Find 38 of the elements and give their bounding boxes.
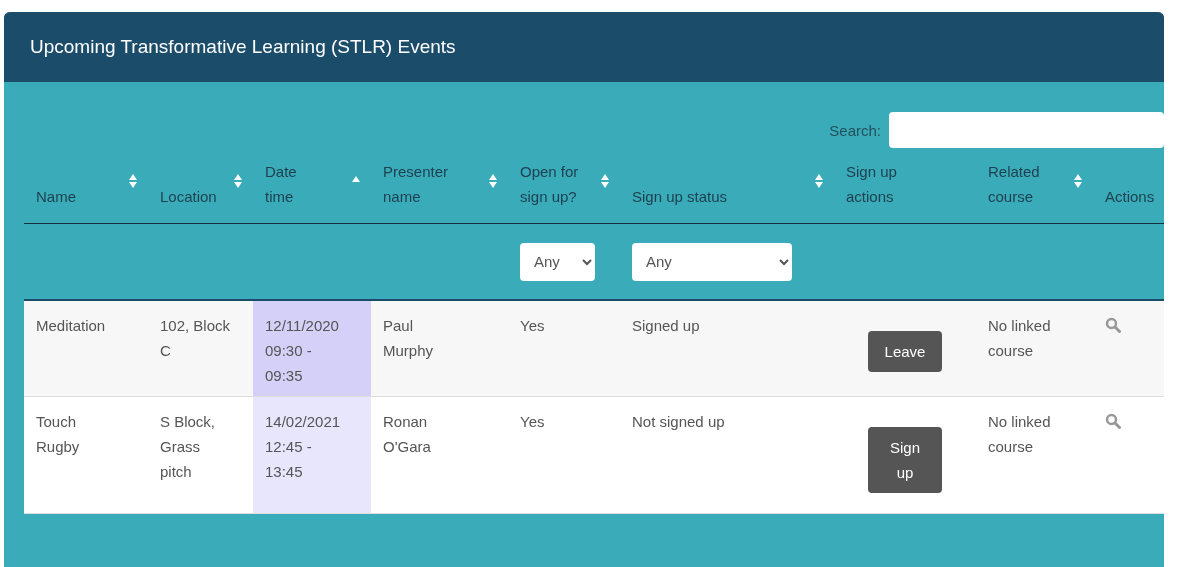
filter-dropdown[interactable]: Any — [520, 242, 595, 281]
sort-icon[interactable] — [233, 172, 243, 190]
column-header[interactable]: Sign up actions — [846, 159, 908, 209]
column-header[interactable]: Sign up status — [632, 184, 728, 209]
table-cell-text: Meditation — [36, 316, 106, 336]
column-header[interactable]: Location — [160, 184, 217, 209]
table-cell-text: S Block, Grass pitch — [160, 412, 217, 482]
table-cell-text: Paul Murphy — [383, 316, 435, 361]
panel-title: Upcoming Transformative Learning (STLR) Events — [30, 36, 456, 58]
sign-up-button[interactable]: Sign up — [868, 427, 942, 493]
filter-dropdown[interactable]: Any — [632, 242, 792, 281]
column-header[interactable]: Actions — [1105, 184, 1155, 209]
column-header[interactable]: Presenter name — [383, 159, 455, 209]
table-cell-text: Signed up — [632, 316, 700, 336]
table-cell-text: Not signed up — [632, 412, 725, 432]
column-header[interactable]: Date time — [265, 159, 305, 209]
sort-icon[interactable] — [814, 172, 824, 190]
search-icon[interactable] — [1105, 413, 1121, 429]
search-icon[interactable] — [1105, 317, 1121, 333]
table-cell-text: Yes — [520, 316, 545, 336]
table-cell-text: Ronan O'Gara — [383, 412, 432, 457]
column-header[interactable]: Open for sign up? — [520, 159, 590, 209]
table-cell-text: 102, Block C — [160, 316, 232, 361]
sort-icon[interactable] — [600, 172, 610, 190]
sort-icon[interactable] — [488, 172, 498, 190]
sort-icon[interactable] — [128, 172, 138, 190]
search-label: Search: — [829, 121, 881, 139]
table-cell-text: No linked course — [988, 412, 1052, 457]
column-header[interactable]: Related course — [988, 159, 1046, 209]
table-cell-text: 12/11/2020 09:30 - 09:35 — [265, 316, 340, 386]
column-header[interactable]: Name — [36, 184, 76, 209]
table-cell-text: 14/02/2021 12:45 - 13:45 — [265, 412, 342, 482]
leave-button[interactable]: Leave — [868, 331, 942, 372]
table-cell-text: Touch Rugby — [36, 412, 81, 457]
search-field[interactable] — [889, 112, 1164, 148]
table-cell-text: Yes — [520, 412, 545, 432]
table-cell-text: No linked course — [988, 316, 1052, 361]
sort-icon[interactable] — [1073, 172, 1083, 190]
